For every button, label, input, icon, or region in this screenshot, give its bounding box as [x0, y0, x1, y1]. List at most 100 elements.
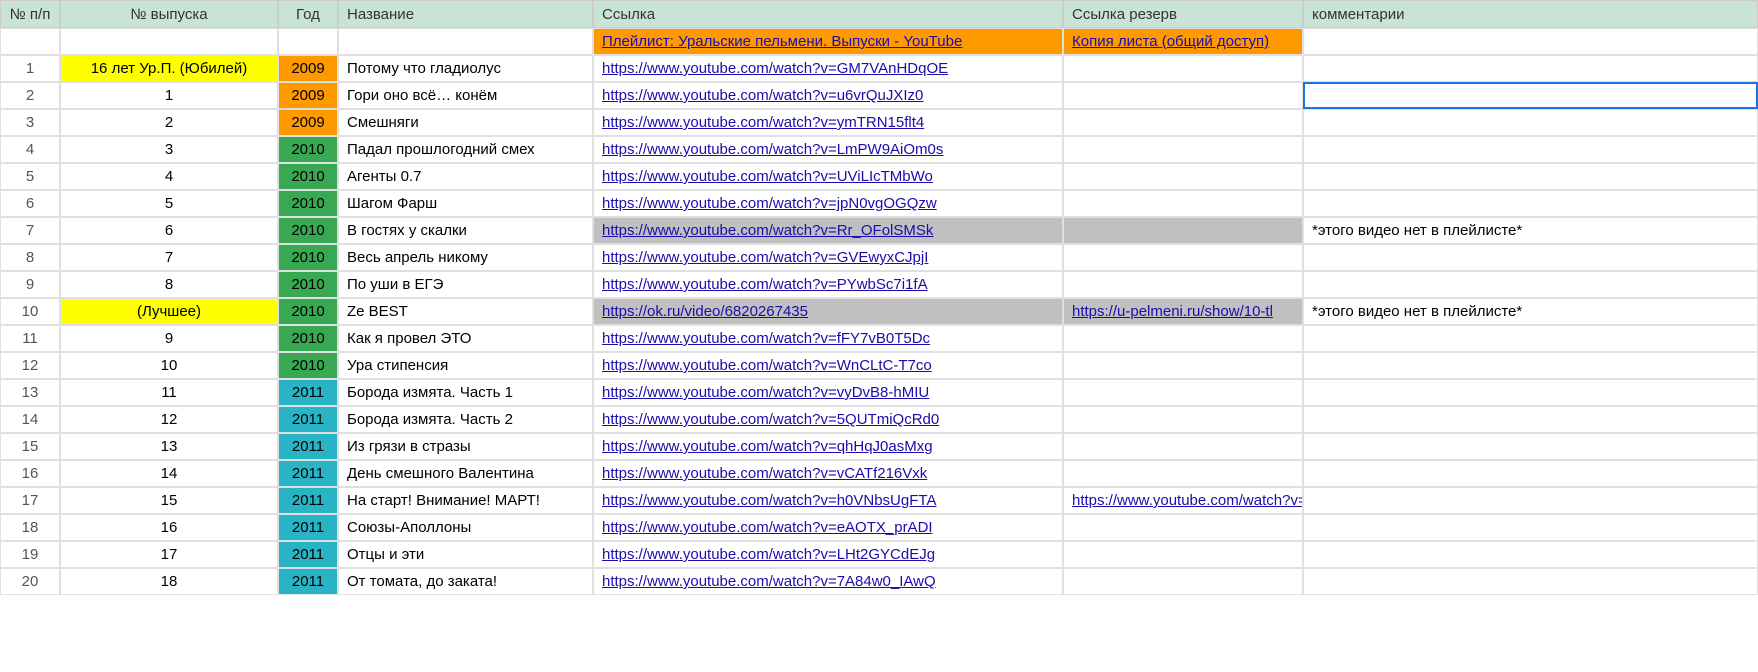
link-cell[interactable]: https://www.youtube.com/watch?v=eAOTX_pr… — [593, 514, 1063, 541]
year-cell[interactable]: 2010 — [278, 163, 338, 190]
reserve-link[interactable]: https://u-pelmeni.ru/show/10-tl — [1072, 303, 1273, 320]
comment-cell[interactable] — [1303, 568, 1758, 595]
issue-cell[interactable]: 15 — [60, 487, 278, 514]
row-number[interactable]: 6 — [0, 190, 60, 217]
title-cell[interactable]: Смешняги — [338, 109, 593, 136]
reserve-cell[interactable] — [1063, 568, 1303, 595]
issue-cell[interactable]: 1 — [60, 82, 278, 109]
video-link[interactable]: https://www.youtube.com/watch?v=WnCLtC-T… — [602, 357, 932, 374]
video-link[interactable]: https://www.youtube.com/watch?v=7A84w0_I… — [602, 573, 936, 590]
year-cell[interactable]: 2010 — [278, 217, 338, 244]
video-link[interactable]: https://www.youtube.com/watch?v=GVEwyxCJ… — [602, 249, 928, 266]
reserve-cell[interactable] — [1063, 514, 1303, 541]
video-link[interactable]: https://www.youtube.com/watch?v=eAOTX_pr… — [602, 519, 933, 536]
video-link[interactable]: https://www.youtube.com/watch?v=fFY7vB0T… — [602, 330, 930, 347]
comment-cell[interactable] — [1303, 487, 1758, 514]
comment-cell[interactable] — [1303, 433, 1758, 460]
title-cell[interactable]: На старт! Внимание! МАРТ! — [338, 487, 593, 514]
issue-cell[interactable]: 9 — [60, 325, 278, 352]
comment-cell[interactable] — [1303, 55, 1758, 82]
year-cell[interactable]: 2009 — [278, 82, 338, 109]
video-link[interactable]: https://www.youtube.com/watch?v=5QUTmiQc… — [602, 411, 939, 428]
reserve-cell[interactable] — [1063, 352, 1303, 379]
comment-cell[interactable] — [1303, 82, 1758, 109]
video-link[interactable]: https://www.youtube.com/watch?v=PYwbSc7i… — [602, 276, 928, 293]
link-cell[interactable]: https://www.youtube.com/watch?v=qhHqJ0as… — [593, 433, 1063, 460]
row-number[interactable]: 10 — [0, 298, 60, 325]
comment-cell[interactable] — [1303, 325, 1758, 352]
issue-cell[interactable]: 16 — [60, 514, 278, 541]
reserve-cell[interactable] — [1063, 163, 1303, 190]
reserve-cell[interactable] — [1063, 541, 1303, 568]
video-link[interactable]: https://www.youtube.com/watch?v=jpN0vgOG… — [602, 195, 937, 212]
title-cell[interactable]: Потому что гладиолус — [338, 55, 593, 82]
comment-cell[interactable]: *этого видео нет в плейлисте* — [1303, 217, 1758, 244]
comment-cell[interactable] — [1303, 109, 1758, 136]
issue-cell[interactable]: 8 — [60, 271, 278, 298]
blank-title[interactable] — [338, 28, 593, 55]
column-header-col3[interactable]: Год — [278, 0, 338, 28]
blank-issue[interactable] — [60, 28, 278, 55]
issue-cell[interactable]: 18 — [60, 568, 278, 595]
issue-cell[interactable]: 17 — [60, 541, 278, 568]
reserve-cell[interactable]: https://www.youtube.com/watch?v=sQtLDy6c… — [1063, 487, 1303, 514]
link-cell[interactable]: https://www.youtube.com/watch?v=UViLIcTM… — [593, 163, 1063, 190]
issue-cell[interactable]: 3 — [60, 136, 278, 163]
row-number[interactable]: 14 — [0, 406, 60, 433]
year-cell[interactable]: 2011 — [278, 433, 338, 460]
blank-year[interactable] — [278, 28, 338, 55]
reserve-link[interactable]: https://www.youtube.com/watch?v=sQtLDy6c… — [1072, 492, 1303, 509]
reserve-link-cell[interactable]: Копия листа (общий доступ) — [1063, 28, 1303, 55]
video-link[interactable]: https://www.youtube.com/watch?v=qhHqJ0as… — [602, 438, 933, 455]
title-cell[interactable]: По уши в ЕГЭ — [338, 271, 593, 298]
video-link[interactable]: https://www.youtube.com/watch?v=ymTRN15f… — [602, 114, 924, 131]
column-header-col2[interactable]: № выпуска — [60, 0, 278, 28]
link-cell[interactable]: https://www.youtube.com/watch?v=u6vrQuJX… — [593, 82, 1063, 109]
link-cell[interactable]: https://www.youtube.com/watch?v=7A84w0_I… — [593, 568, 1063, 595]
year-cell[interactable]: 2009 — [278, 109, 338, 136]
year-cell[interactable]: 2010 — [278, 190, 338, 217]
link-cell[interactable]: https://www.youtube.com/watch?v=vyDvB8-h… — [593, 379, 1063, 406]
playlist-link[interactable]: Плейлист: Уральские пельмени. Выпуски - … — [602, 33, 962, 50]
video-link[interactable]: https://ok.ru/video/6820267435 — [602, 303, 808, 320]
reserve-cell[interactable] — [1063, 109, 1303, 136]
row-number[interactable]: 18 — [0, 514, 60, 541]
reserve-cell[interactable] — [1063, 55, 1303, 82]
reserve-cell[interactable] — [1063, 406, 1303, 433]
row-number[interactable]: 13 — [0, 379, 60, 406]
row-number[interactable]: 9 — [0, 271, 60, 298]
title-cell[interactable]: Шагом Фарш — [338, 190, 593, 217]
title-cell[interactable]: В гостях у скалки — [338, 217, 593, 244]
row-number[interactable]: 11 — [0, 325, 60, 352]
year-cell[interactable]: 2010 — [278, 352, 338, 379]
issue-cell[interactable]: 2 — [60, 109, 278, 136]
column-header-col4[interactable]: Название — [338, 0, 593, 28]
row-number[interactable]: 5 — [0, 163, 60, 190]
row-number[interactable]: 2 — [0, 82, 60, 109]
link-cell[interactable]: https://www.youtube.com/watch?v=LmPW9AiO… — [593, 136, 1063, 163]
row-number[interactable]: 16 — [0, 460, 60, 487]
comment-cell[interactable] — [1303, 136, 1758, 163]
issue-cell[interactable]: (Лучшее) — [60, 298, 278, 325]
issue-cell[interactable]: 13 — [60, 433, 278, 460]
title-cell[interactable]: Из грязи в стразы — [338, 433, 593, 460]
title-cell[interactable]: От томата, до заката! — [338, 568, 593, 595]
video-link[interactable]: https://www.youtube.com/watch?v=vyDvB8-h… — [602, 384, 929, 401]
comment-cell[interactable] — [1303, 379, 1758, 406]
reserve-cell[interactable] — [1063, 460, 1303, 487]
video-link[interactable]: https://www.youtube.com/watch?v=vCATf216… — [602, 465, 927, 482]
title-cell[interactable]: Ze BEST — [338, 298, 593, 325]
link-cell[interactable]: https://www.youtube.com/watch?v=vCATf216… — [593, 460, 1063, 487]
year-cell[interactable]: 2010 — [278, 271, 338, 298]
row-number[interactable]: 20 — [0, 568, 60, 595]
issue-cell[interactable]: 5 — [60, 190, 278, 217]
link-cell[interactable]: https://ok.ru/video/6820267435 — [593, 298, 1063, 325]
link-cell[interactable]: https://www.youtube.com/watch?v=PYwbSc7i… — [593, 271, 1063, 298]
issue-cell[interactable]: 11 — [60, 379, 278, 406]
column-header-col1[interactable]: № п/п — [0, 0, 60, 28]
title-cell[interactable]: Как я провел ЭТО — [338, 325, 593, 352]
row-number[interactable]: 7 — [0, 217, 60, 244]
reserve-cell[interactable] — [1063, 217, 1303, 244]
year-cell[interactable]: 2011 — [278, 514, 338, 541]
link-cell[interactable]: https://www.youtube.com/watch?v=LHt2GYCd… — [593, 541, 1063, 568]
